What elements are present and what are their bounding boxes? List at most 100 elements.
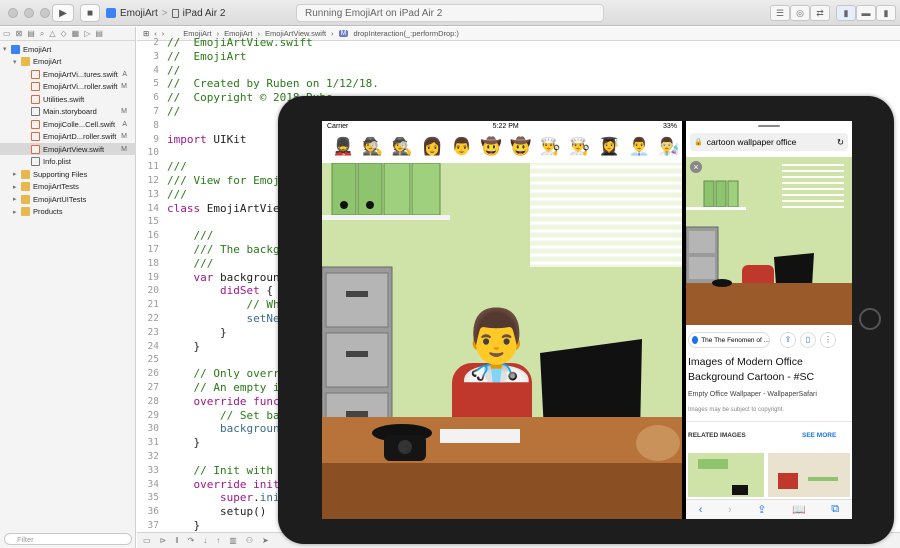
- palette-emoji[interactable]: 👨: [448, 137, 475, 157]
- code-line[interactable]: override init(: [167, 478, 287, 491]
- navigator-file[interactable]: EmojiArtVi...tures.swift A: [0, 68, 136, 80]
- location-icon[interactable]: ➤: [262, 536, 269, 545]
- palette-emoji[interactable]: 👨‍🔬: [655, 137, 682, 157]
- palette-emoji[interactable]: 👨‍💼: [626, 137, 653, 157]
- code-line[interactable]: var background: [167, 271, 287, 284]
- run-button[interactable]: ▶: [52, 4, 74, 22]
- address-bar[interactable]: 🔒 cartoon wallpaper office ↻: [690, 133, 848, 151]
- navigator-file[interactable]: EmojiArtVi...roller.swift M: [0, 81, 136, 93]
- code-line[interactable]: }: [167, 519, 200, 532]
- forward-icon[interactable]: ›: [162, 29, 165, 38]
- toggle-debug-button[interactable]: ▬: [856, 5, 876, 21]
- doctor-emoji[interactable]: 👨‍⚕️: [454, 311, 539, 379]
- bookmarks-icon[interactable]: 📖: [792, 503, 806, 516]
- code-line[interactable]: class EmojiArtView: [167, 202, 286, 215]
- palette-emoji[interactable]: 👩‍🎓: [596, 137, 623, 157]
- close-window-button[interactable]: [8, 8, 18, 18]
- code-line[interactable]: ///: [167, 160, 187, 173]
- navigator-folder[interactable]: ▸ EmojiArtTests: [0, 181, 136, 193]
- minimize-window-button[interactable]: [24, 8, 34, 18]
- palette-emoji[interactable]: 🕵️: [389, 137, 416, 157]
- view-hierarchy-icon[interactable]: ▥: [229, 536, 237, 545]
- assistant-editor-button[interactable]: ◎: [790, 5, 810, 21]
- code-line[interactable]: // EmojiArtView.swift: [167, 36, 313, 49]
- palette-emoji[interactable]: 👨‍🍳: [567, 137, 594, 157]
- disclosure-closed-icon[interactable]: ▸: [13, 195, 21, 203]
- tabs-icon[interactable]: ⧉: [831, 503, 839, 516]
- debug-icon[interactable]: ▦: [72, 29, 80, 38]
- breakpoint-icon[interactable]: ▷: [84, 29, 90, 38]
- code-line[interactable]: // Created by Ruben on 1/12/18.: [167, 77, 379, 90]
- palette-emoji[interactable]: 💂: [330, 137, 357, 157]
- pause-icon[interactable]: ‖: [175, 536, 178, 545]
- filter-input[interactable]: Filter: [4, 533, 132, 545]
- code-line[interactable]: import UIKit: [167, 133, 247, 146]
- toggle-inspector-button[interactable]: ▮: [876, 5, 896, 21]
- emoji-palette[interactable]: 💂 🕵️ 🕵️ 👩 👨 🤠 🤠 👨‍🍳 👨‍🍳 👩‍🎓 👨‍💼 👨‍🔬: [322, 132, 682, 162]
- symbol-icon[interactable]: ▤: [27, 29, 35, 38]
- warning-icon[interactable]: △: [49, 29, 55, 38]
- home-button[interactable]: [859, 308, 881, 330]
- disclosure-open-icon[interactable]: ▾: [13, 58, 21, 66]
- code-line[interactable]: //: [167, 64, 180, 77]
- forward-icon[interactable]: ›: [728, 504, 732, 516]
- breakpoints-icon[interactable]: ⊳: [160, 536, 167, 545]
- navigator-folder[interactable]: ▸ Supporting Files: [0, 168, 136, 180]
- version-editor-button[interactable]: ⇄: [810, 5, 830, 21]
- navigator-file[interactable]: Info.plist: [0, 156, 136, 168]
- test-icon[interactable]: ◇: [60, 29, 66, 38]
- folder-icon[interactable]: ▭: [3, 29, 11, 38]
- palette-emoji[interactable]: 👨‍🍳: [537, 137, 564, 157]
- navigator-folder[interactable]: ▸ Products: [0, 206, 136, 218]
- memory-graph-icon[interactable]: ⚇: [246, 536, 253, 545]
- hide-debug-icon[interactable]: ▭: [143, 536, 151, 545]
- step-over-icon[interactable]: ↷: [188, 536, 195, 545]
- code-line[interactable]: /// The backgr: [167, 243, 287, 256]
- code-line[interactable]: // Only overri: [167, 367, 287, 380]
- navigator-file[interactable]: EmojiArtD...roller.swift M: [0, 131, 136, 143]
- code-line[interactable]: // When: [167, 298, 292, 311]
- navigator-file[interactable]: EmojiArtView.swift M: [0, 143, 136, 155]
- more-icon[interactable]: ⋮: [820, 332, 836, 348]
- code-line[interactable]: }: [167, 436, 200, 449]
- navigator-folder[interactable]: ▾ EmojiArt: [0, 56, 136, 68]
- toggle-navigator-button[interactable]: ▮: [836, 5, 856, 21]
- bookmark-icon[interactable]: ▯: [800, 332, 816, 348]
- scheme-selector[interactable]: EmojiArt > iPad Air 2: [106, 4, 225, 22]
- disclosure-open-icon[interactable]: ▾: [3, 45, 11, 53]
- share-icon[interactable]: ⇪: [757, 503, 766, 516]
- source-chip[interactable]: The The Fenomen of ...: [688, 332, 770, 348]
- search-icon[interactable]: ⌕: [40, 29, 44, 38]
- code-line[interactable]: //: [167, 105, 180, 118]
- see-more-link[interactable]: SEE MORE: [802, 432, 836, 439]
- related-thumbnail[interactable]: [768, 453, 850, 497]
- result-title[interactable]: Images of Modern Office Background Carto…: [688, 355, 850, 385]
- stop-button[interactable]: ■: [80, 4, 100, 22]
- navigator-file[interactable]: Utilities.swift: [0, 93, 136, 105]
- step-in-icon[interactable]: ↓: [203, 536, 207, 545]
- palette-emoji[interactable]: 🤠: [507, 137, 534, 157]
- code-line[interactable]: /// View for Emoji: [167, 174, 286, 187]
- code-line[interactable]: background: [167, 422, 286, 435]
- close-icon[interactable]: ×: [690, 161, 702, 173]
- code-line[interactable]: ///: [167, 229, 214, 242]
- code-line[interactable]: setup(): [167, 505, 266, 518]
- code-line[interactable]: // Init with f: [167, 464, 287, 477]
- navigator-file[interactable]: Main.storyboard M: [0, 106, 136, 118]
- standard-editor-button[interactable]: ☰: [770, 5, 790, 21]
- report-icon[interactable]: ▤: [95, 29, 103, 38]
- disclosure-closed-icon[interactable]: ▸: [13, 170, 21, 178]
- code-line[interactable]: super.init: [167, 491, 286, 504]
- emojiart-canvas[interactable]: 👨‍⚕️: [322, 163, 682, 519]
- code-line[interactable]: // EmojiArt: [167, 50, 246, 63]
- code-line[interactable]: ///: [167, 188, 187, 201]
- code-line[interactable]: override func: [167, 395, 280, 408]
- palette-emoji[interactable]: 👩: [419, 137, 446, 157]
- code-line[interactable]: // An empty im: [167, 381, 287, 394]
- palette-emoji[interactable]: 🕵️: [360, 137, 387, 157]
- zoom-window-button[interactable]: [40, 8, 50, 18]
- code-line[interactable]: }: [167, 326, 227, 339]
- code-line[interactable]: // Set bac: [167, 409, 286, 422]
- grabber-handle[interactable]: [758, 125, 780, 127]
- step-out-icon[interactable]: ↑: [216, 536, 220, 545]
